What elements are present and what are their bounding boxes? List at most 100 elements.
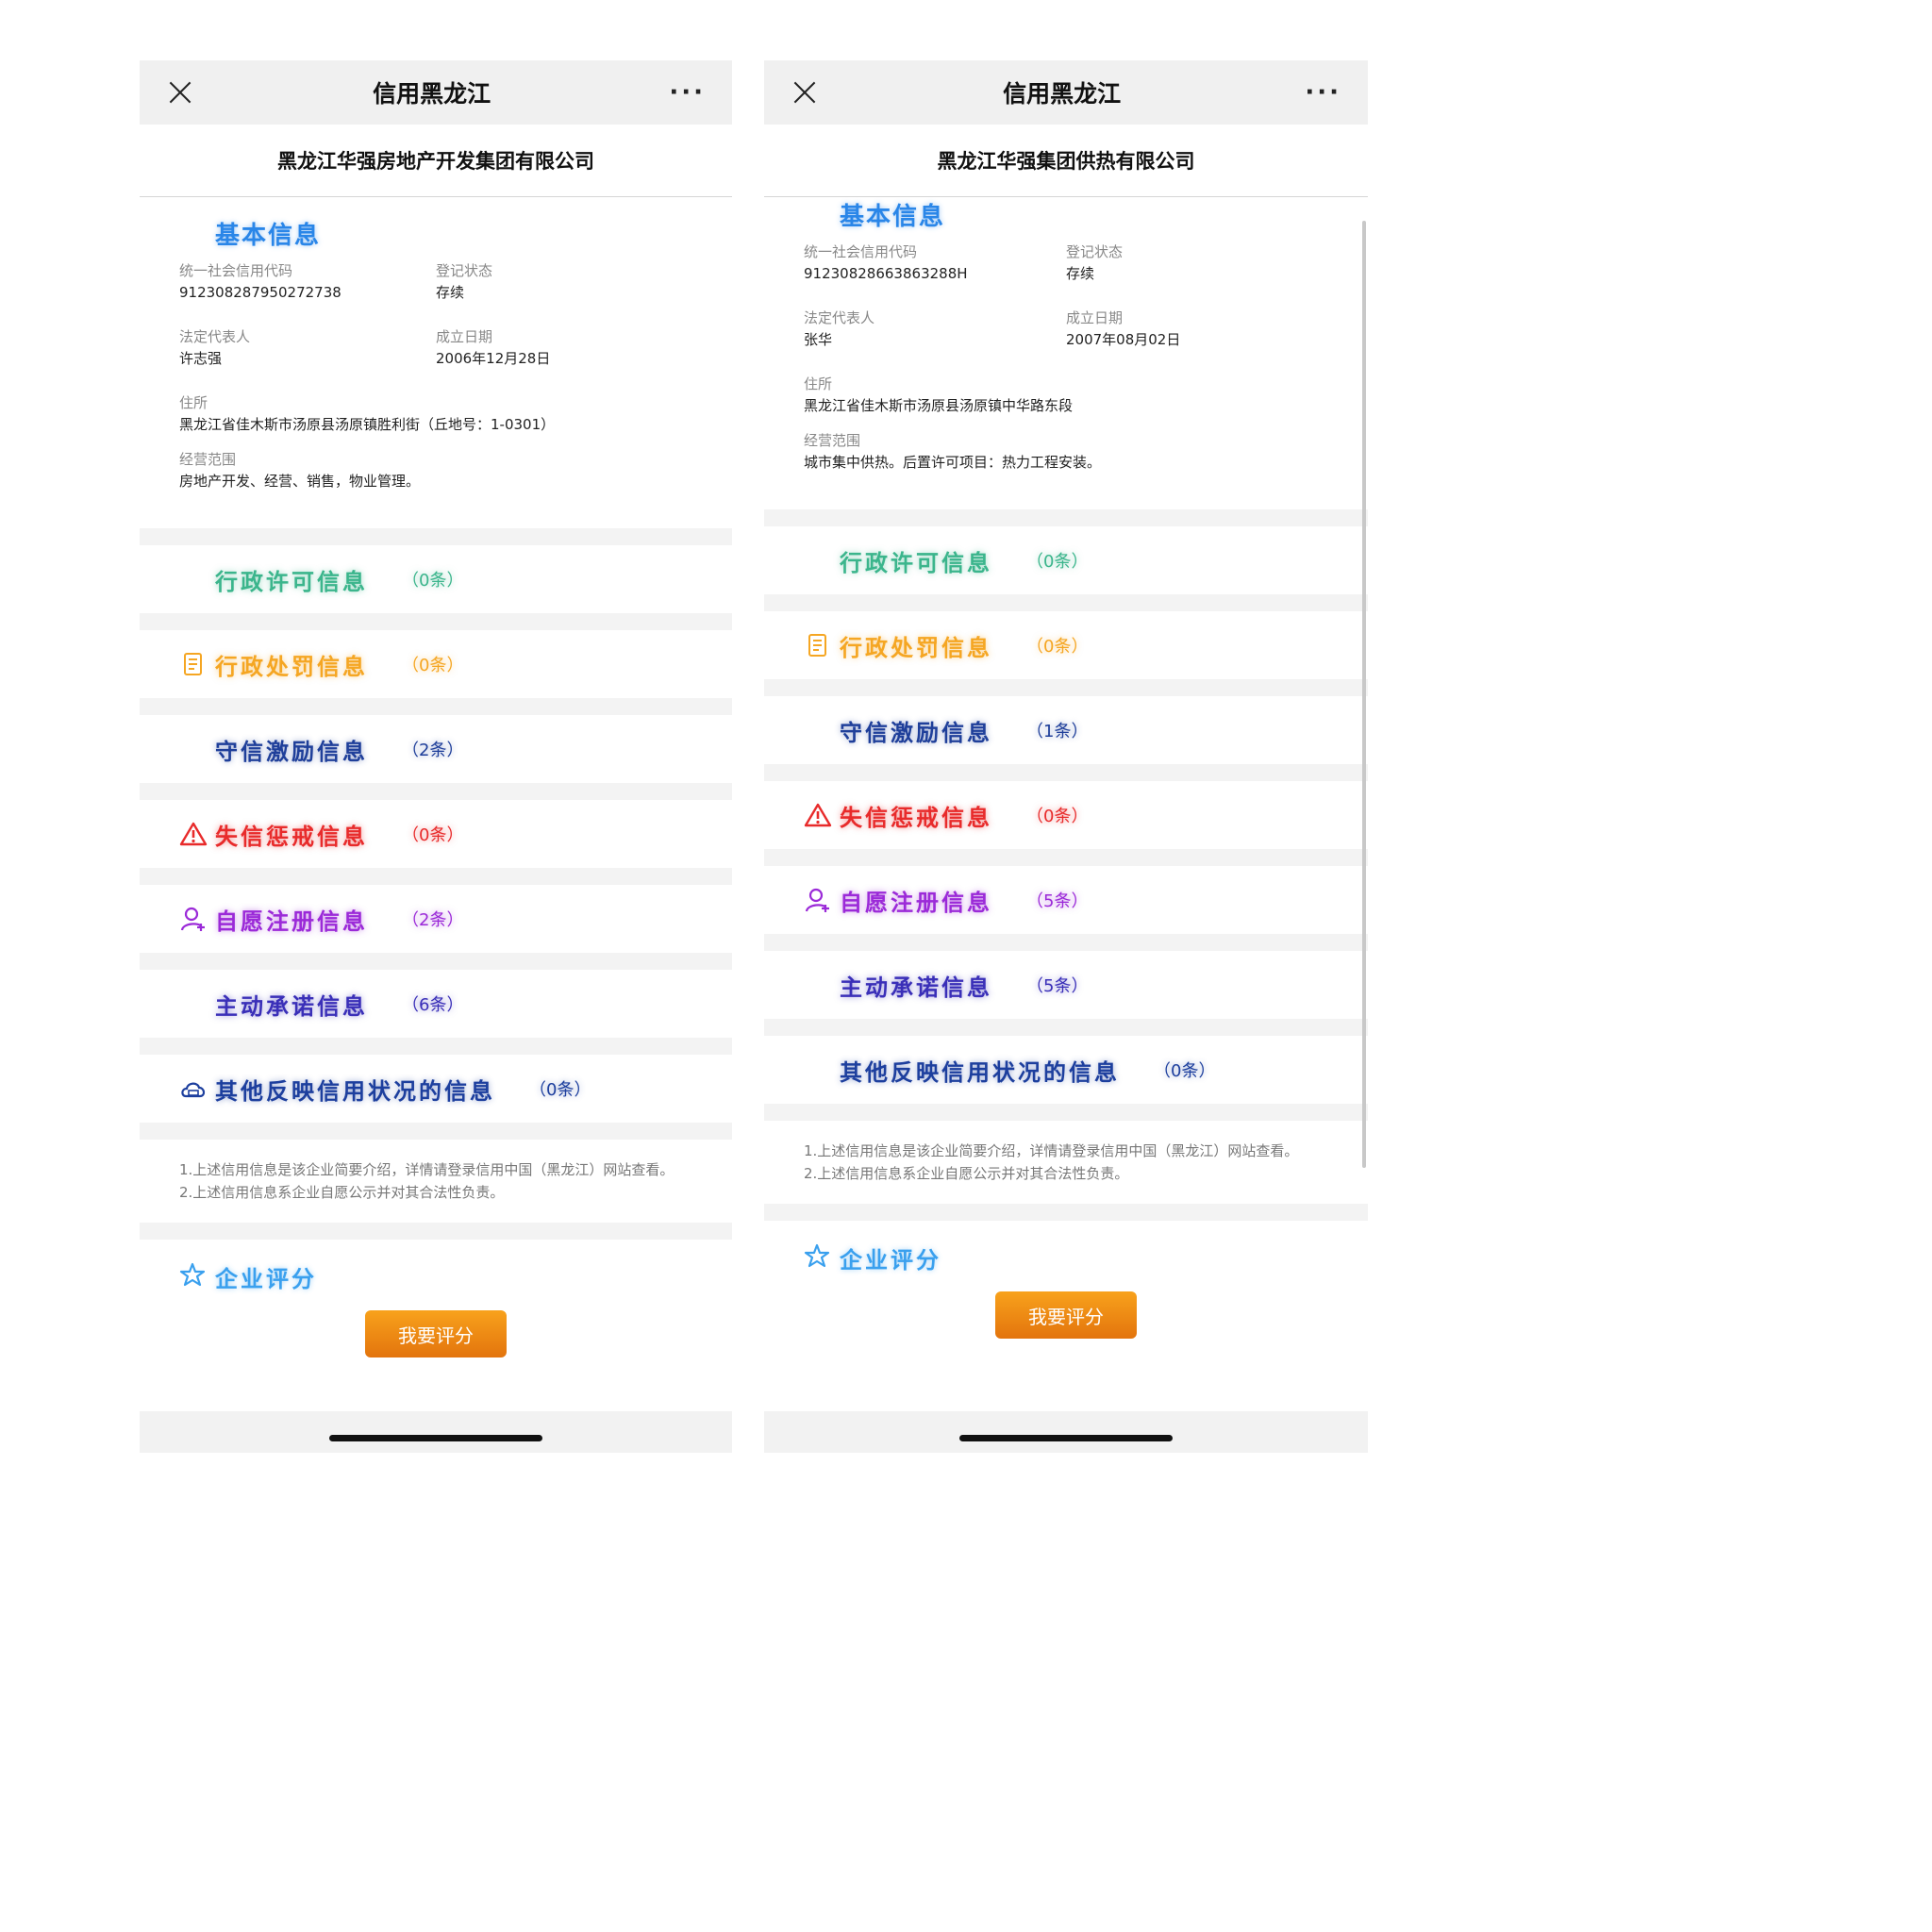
incentive-info-count: （2条） (402, 741, 464, 760)
incentive-info-title: 守信激励信息 (215, 738, 368, 765)
document-icon (179, 650, 208, 678)
bottom-bar (764, 1411, 1368, 1453)
found-date-label: 成立日期 (436, 328, 493, 345)
note-2: 2.上述信用信息系企业自愿公示并对其合法性负责。 (804, 1165, 1129, 1182)
warning-icon (179, 820, 208, 848)
other-info-count: （0条） (529, 1080, 591, 1100)
other-info-title: 其他反映信用状况的信息 (215, 1077, 495, 1105)
bottom-bar (140, 1411, 732, 1453)
divider (764, 594, 1368, 611)
basic-info-title: 基本信息 (840, 203, 946, 231)
divider (764, 679, 1368, 696)
permit-info-title: 行政许可信息 (215, 568, 368, 595)
discipline-info-title: 失信惩戒信息 (840, 804, 992, 831)
incentive-info-count: （1条） (1026, 722, 1089, 741)
basic-info-section: 基本信息 统一社会信用代码 91230828663863288H 登记状态 存续… (764, 197, 1368, 509)
scrollbar[interactable] (1362, 221, 1366, 1168)
home-indicator[interactable] (959, 1435, 1173, 1441)
warning-icon (804, 801, 832, 829)
rating-title: 企业评分 (840, 1247, 941, 1274)
rating-section: 企业评分 我要评分 (140, 1240, 732, 1357)
permit-info-row[interactable]: 行政许可信息 （0条） (764, 526, 1368, 594)
document-icon (804, 631, 832, 659)
address-label: 住所 (179, 394, 208, 411)
rate-button[interactable]: 我要评分 (995, 1291, 1137, 1339)
close-icon[interactable] (791, 78, 819, 107)
scope-label: 经营范围 (804, 432, 861, 449)
divider (140, 528, 732, 545)
home-indicator[interactable] (329, 1435, 542, 1441)
note-1: 1.上述信用信息是该企业简要介绍，详情请登录信用中国（黑龙江）网站查看。 (179, 1161, 675, 1178)
star-icon (179, 1261, 206, 1293)
divider (764, 1104, 1368, 1121)
more-menu-icon[interactable]: ··· (669, 78, 706, 107)
found-date-value: 2006年12月28日 (436, 350, 551, 367)
divider (764, 1019, 1368, 1036)
commitment-info-row[interactable]: 主动承诺信息 （6条） (140, 970, 732, 1038)
star-icon (804, 1242, 830, 1274)
other-info-row[interactable]: 其他反映信用状况的信息 （0条） (140, 1055, 732, 1123)
register-info-count: （5条） (1026, 891, 1089, 911)
found-date-label: 成立日期 (1066, 309, 1124, 326)
commitment-info-count: （6条） (402, 995, 464, 1015)
penalty-info-title: 行政处罚信息 (840, 634, 992, 661)
user-add-icon (804, 886, 832, 914)
scope-value: 房地产开发、经营、销售，物业管理。 (179, 473, 421, 490)
incentive-info-row[interactable]: 守信激励信息 （2条） (140, 715, 732, 783)
permit-info-row[interactable]: 行政许可信息 （0条） (140, 545, 732, 613)
divider (764, 764, 1368, 781)
divider (140, 1223, 732, 1240)
more-menu-icon[interactable]: ··· (1305, 78, 1341, 107)
address-value: 黑龙江省佳木斯市汤原县汤原镇中华路东段 (804, 397, 1074, 414)
discipline-info-row[interactable]: 失信惩戒信息 （0条） (764, 781, 1368, 849)
other-info-row[interactable]: 其他反映信用状况的信息 （0条） (764, 1036, 1368, 1104)
address-label: 住所 (804, 375, 833, 392)
phone-screen-left: 信用黑龙江 ··· 黑龙江华强房地产开发集团有限公司 基本信息 统一社会信用代码… (140, 60, 732, 1453)
divider (140, 868, 732, 885)
close-icon[interactable] (166, 78, 194, 107)
company-name: 黑龙江华强房地产开发集团有限公司 (140, 125, 732, 197)
rating-section: 企业评分 我要评分 (764, 1221, 1368, 1339)
notes: 1.上述信用信息是该企业简要介绍，详情请登录信用中国（黑龙江）网站查看。 2.上… (764, 1121, 1368, 1204)
status-label: 登记状态 (436, 262, 493, 279)
divider (140, 698, 732, 715)
register-info-title: 自愿注册信息 (215, 908, 368, 935)
register-info-row[interactable]: 自愿注册信息 （5条） (764, 866, 1368, 934)
discipline-info-count: （0条） (402, 825, 464, 845)
commitment-info-row[interactable]: 主动承诺信息 （5条） (764, 951, 1368, 1019)
status-label: 登记状态 (1066, 243, 1124, 260)
discipline-info-count: （0条） (1026, 807, 1089, 826)
incentive-info-row[interactable]: 守信激励信息 （1条） (764, 696, 1368, 764)
legal-rep-value: 许志强 (179, 350, 223, 367)
divider (764, 509, 1368, 526)
penalty-info-count: （0条） (1026, 637, 1089, 657)
divider (140, 953, 732, 970)
penalty-info-row[interactable]: 行政处罚信息 （0条） (764, 611, 1368, 679)
commitment-info-title: 主动承诺信息 (840, 974, 992, 1001)
register-info-row[interactable]: 自愿注册信息 （2条） (140, 885, 732, 953)
app-title: 信用黑龙江 (1003, 80, 1122, 108)
legal-rep-value: 张华 (804, 331, 833, 348)
address-value: 黑龙江省佳木斯市汤原县汤原镇胜利街（丘地号：1-0301） (179, 416, 556, 433)
rate-button[interactable]: 我要评分 (365, 1310, 507, 1357)
basic-info-title: 基本信息 (215, 222, 322, 250)
divider (140, 1038, 732, 1055)
rating-title: 企业评分 (215, 1266, 317, 1292)
basic-info-section: 基本信息 统一社会信用代码 912308287950272738 登记状态 存续… (140, 197, 732, 528)
penalty-info-row[interactable]: 行政处罚信息 （0条） (140, 630, 732, 698)
penalty-info-count: （0条） (402, 656, 464, 675)
permit-info-title: 行政许可信息 (840, 549, 992, 576)
credit-code-label: 统一社会信用代码 (804, 243, 918, 260)
scope-value: 城市集中供热。后置许可项目：热力工程安装。 (804, 454, 1102, 471)
discipline-info-title: 失信惩戒信息 (215, 823, 368, 850)
legal-rep-label: 法定代表人 (179, 328, 251, 345)
penalty-info-title: 行政处罚信息 (215, 653, 368, 680)
commitment-info-title: 主动承诺信息 (215, 992, 368, 1020)
discipline-info-row[interactable]: 失信惩戒信息 （0条） (140, 800, 732, 868)
scope-label: 经营范围 (179, 451, 237, 468)
status-value: 存续 (1066, 265, 1095, 282)
permit-info-count: （0条） (1026, 552, 1089, 572)
user-add-icon (179, 905, 208, 933)
divider (140, 1123, 732, 1140)
cloud-icon (179, 1074, 208, 1103)
